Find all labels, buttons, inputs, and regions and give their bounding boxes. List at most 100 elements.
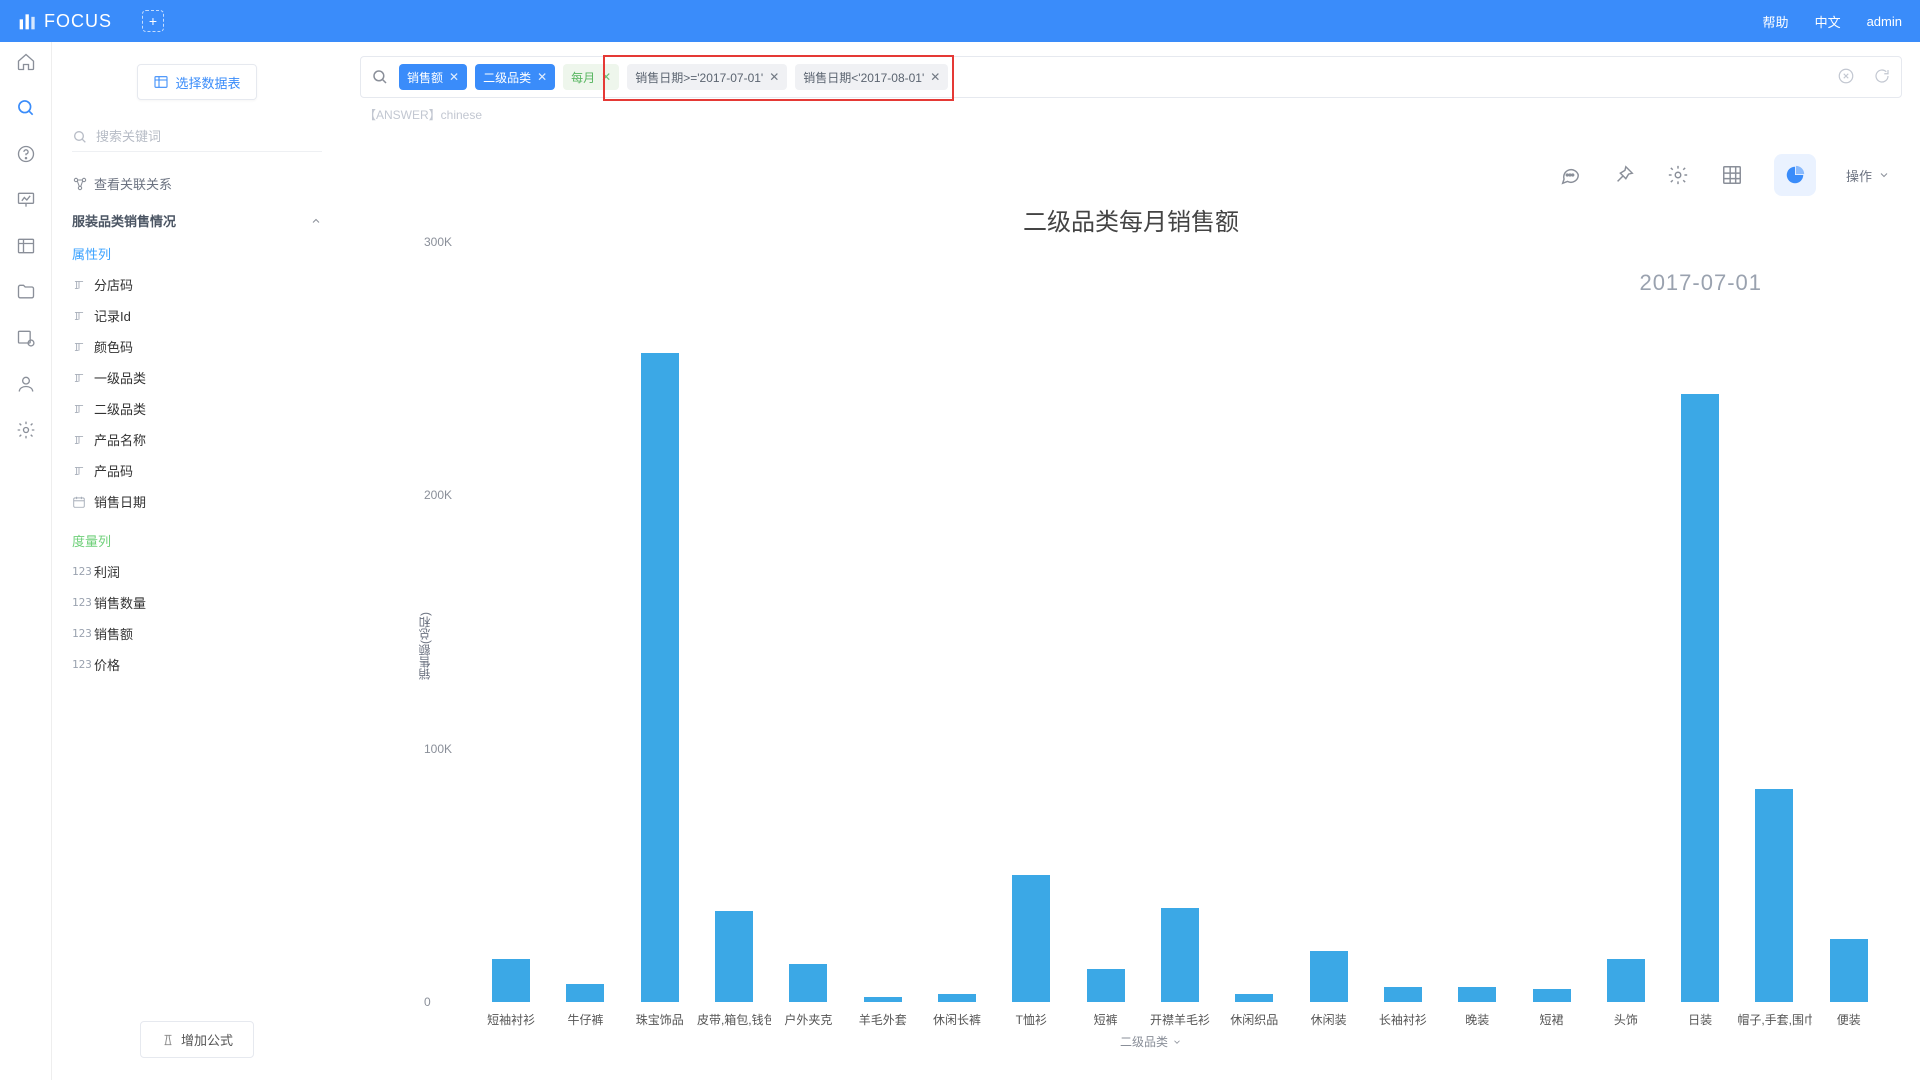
chart-area: 二级品类每月销售额 2017-07-01 销售额(总和) 0100K200K30…	[360, 142, 1902, 1080]
chart-bar[interactable]	[1235, 994, 1273, 1002]
x-tick-label: 珠宝饰品	[623, 1011, 697, 1028]
formula-icon	[161, 1033, 175, 1047]
x-tick-label: 头饰	[1589, 1011, 1663, 1028]
x-tick-label: 短裤	[1069, 1011, 1143, 1028]
gear-icon[interactable]	[16, 420, 36, 440]
side-search[interactable]	[72, 122, 322, 152]
close-icon[interactable]: ✕	[449, 70, 459, 84]
x-tick-label: 便装	[1812, 1011, 1886, 1028]
view-relation-link[interactable]: 查看关联关系	[72, 174, 322, 193]
chart-bar[interactable]	[715, 911, 753, 1002]
measure-item[interactable]: 123销售数量	[72, 593, 322, 612]
chart-bar[interactable]	[1830, 939, 1868, 1002]
chart-bar[interactable]	[1161, 908, 1199, 1002]
measure-item[interactable]: 123价格	[72, 655, 322, 674]
search-icon	[371, 68, 389, 86]
chart-bar[interactable]	[1310, 951, 1348, 1002]
lang-link[interactable]: 中文	[1815, 12, 1841, 31]
brand-text: FOCUS	[44, 11, 112, 32]
y-axis-label: 销售额(总和)	[416, 612, 433, 680]
table-select-icon	[153, 74, 169, 90]
presentation-icon[interactable]	[16, 190, 36, 210]
x-tick-label: 户外夹克	[771, 1011, 845, 1028]
table-icon[interactable]	[16, 236, 36, 256]
x-tick-label: T恤衫	[994, 1011, 1068, 1028]
select-table-button[interactable]: 选择数据表	[137, 64, 257, 100]
chart-bar[interactable]	[789, 964, 827, 1002]
side-panel: 选择数据表 查看关联关系 服装品类销售情况 属性列 分店码记录Id 颜色码一级品类…	[52, 42, 342, 1080]
chart-bar[interactable]	[1384, 987, 1422, 1002]
chart-bar[interactable]	[938, 994, 976, 1002]
chart-bar[interactable]	[1533, 989, 1571, 1002]
settings-data-icon[interactable]	[16, 328, 36, 348]
chart-bar[interactable]	[864, 997, 902, 1002]
x-tick-label: 牛仔裤	[548, 1011, 622, 1028]
chart-bar[interactable]	[641, 353, 679, 1002]
chart-bar[interactable]	[1607, 959, 1645, 1002]
user-link[interactable]: admin	[1867, 14, 1902, 29]
add-formula-button[interactable]: 增加公式	[140, 1021, 254, 1058]
answer-hint: 【ANSWER】chinese	[364, 106, 1898, 123]
attr-item[interactable]: 一级品类	[72, 368, 322, 387]
attr-item[interactable]: 颜色码	[72, 337, 322, 356]
logo-icon	[18, 11, 38, 31]
chart-bar[interactable]	[1458, 987, 1496, 1002]
x-tick-label: 皮带,箱包,钱包	[697, 1011, 771, 1028]
group-header[interactable]: 服装品类销售情况	[72, 211, 322, 230]
attr-item[interactable]: 记录Id	[72, 306, 322, 325]
measure-section-label: 度量列	[72, 531, 322, 550]
select-table-label: 选择数据表	[175, 73, 240, 92]
x-tick-label: 休闲织品	[1217, 1011, 1291, 1028]
chart-bar[interactable]	[1012, 875, 1050, 1002]
chart-bar[interactable]	[1681, 394, 1719, 1002]
search-nav-icon[interactable]	[16, 98, 36, 118]
chart-bar[interactable]	[1755, 789, 1793, 1002]
chart-bar[interactable]	[1087, 969, 1125, 1002]
x-tick-label: 日装	[1663, 1011, 1737, 1028]
x-tick-label: 短袖衬衫	[474, 1011, 548, 1028]
folder-icon[interactable]	[16, 282, 36, 302]
highlight-box	[603, 55, 954, 101]
x-tick-label: 帽子,手套,围巾	[1737, 1011, 1811, 1028]
attr-item[interactable]: 分店码	[72, 275, 322, 294]
chevron-up-icon	[310, 215, 322, 227]
attr-item[interactable]: 产品码	[72, 461, 322, 480]
x-tick-label: 羊毛外套	[846, 1011, 920, 1028]
view-relation-label: 查看关联关系	[94, 174, 172, 193]
x-axis-label: 二级品类	[1120, 1033, 1182, 1050]
x-tick-label: 短裙	[1514, 1011, 1588, 1028]
x-tick-label: 开襟羊毛衫	[1143, 1011, 1217, 1028]
group-title: 服装品类销售情况	[72, 211, 176, 230]
help-nav-icon[interactable]	[16, 144, 36, 164]
brand-logo: FOCUS	[18, 11, 112, 32]
relation-icon	[72, 176, 88, 192]
query-bar[interactable]: 销售额✕ 二级品类✕ 每月✕ 销售日期>='2017-07-01'✕ 销售日期<…	[360, 56, 1902, 98]
measure-item[interactable]: 123销售额	[72, 624, 322, 643]
clear-icon[interactable]	[1837, 67, 1855, 88]
close-icon[interactable]: ✕	[537, 70, 547, 84]
chart-plot: 销售额(总和) 0100K200K300K 短袖衬衫牛仔裤珠宝饰品皮带,箱包,钱…	[416, 242, 1886, 1050]
chart-bar[interactable]	[492, 959, 530, 1002]
chip-dimension[interactable]: 二级品类✕	[475, 64, 555, 90]
help-link[interactable]: 帮助	[1763, 12, 1789, 31]
chevron-down-icon	[1172, 1037, 1182, 1047]
x-tick-label: 休闲长裤	[920, 1011, 994, 1028]
attr-section-label: 属性列	[72, 244, 322, 263]
user-icon[interactable]	[16, 374, 36, 394]
measure-item[interactable]: 123利润	[72, 562, 322, 581]
main-area: 销售额✕ 二级品类✕ 每月✕ 销售日期>='2017-07-01'✕ 销售日期<…	[342, 42, 1920, 1080]
x-tick-label: 长袖衬衫	[1366, 1011, 1440, 1028]
chip-measure[interactable]: 销售额✕	[399, 64, 467, 90]
home-icon[interactable]	[16, 52, 36, 72]
attr-item[interactable]: 二级品类	[72, 399, 322, 418]
attr-item[interactable]: 销售日期	[72, 492, 322, 511]
nav-rail	[0, 42, 52, 1080]
attr-item[interactable]: 产品名称	[72, 430, 322, 449]
chart-bar[interactable]	[566, 984, 604, 1002]
refresh-icon[interactable]	[1873, 67, 1891, 88]
side-search-input[interactable]	[96, 129, 322, 144]
x-tick-label: 休闲装	[1291, 1011, 1365, 1028]
search-icon	[72, 129, 88, 145]
new-tab-button[interactable]: +	[142, 10, 164, 32]
topbar: FOCUS + 帮助 中文 admin	[0, 0, 1920, 42]
